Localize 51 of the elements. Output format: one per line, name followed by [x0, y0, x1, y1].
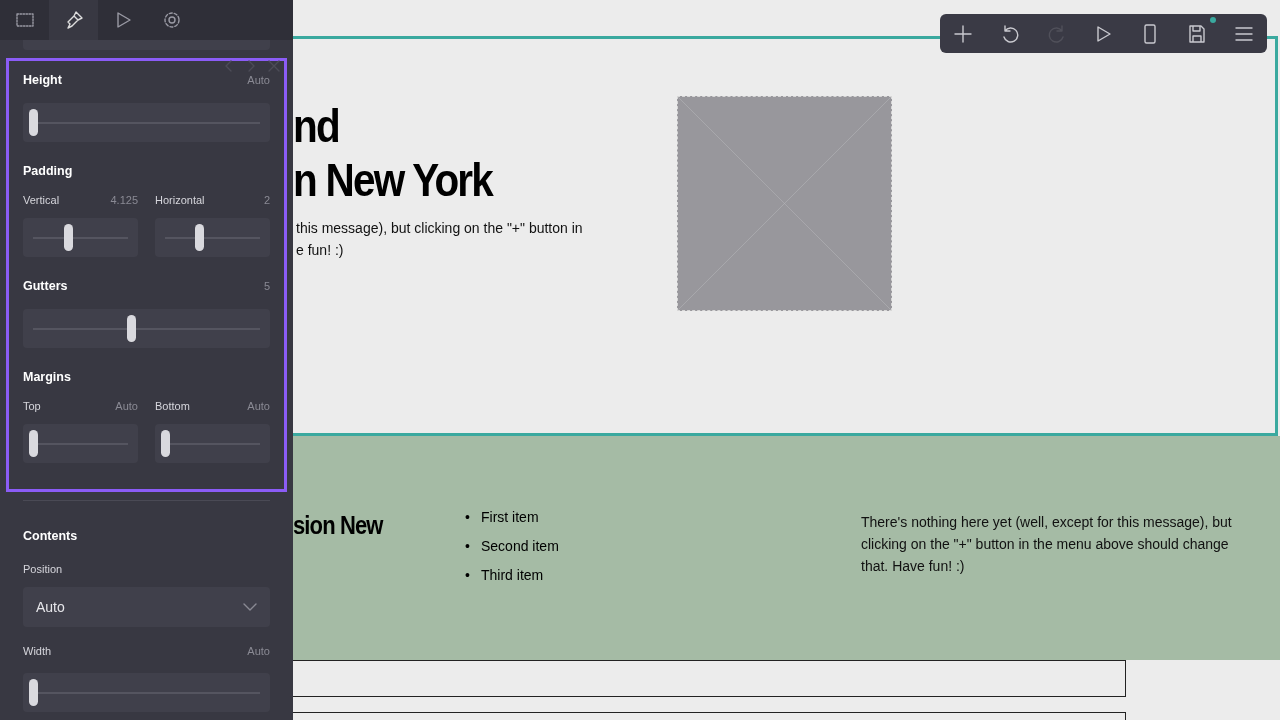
bullet: • — [465, 566, 471, 585]
close-icon[interactable] — [268, 60, 280, 72]
slider-thumb[interactable] — [29, 678, 38, 706]
slider-thumb[interactable] — [29, 429, 38, 457]
section-title: Padding — [23, 164, 73, 178]
list-item: Second item — [481, 538, 559, 554]
slider[interactable] — [155, 424, 270, 463]
bullet: • — [465, 508, 471, 527]
field-label: Width — [23, 645, 52, 657]
position-dropdown[interactable]: Auto — [23, 587, 270, 627]
slider-thumb[interactable] — [29, 108, 38, 136]
value-label: Auto — [247, 645, 270, 657]
slider-thumb[interactable] — [161, 429, 170, 457]
slider[interactable] — [155, 218, 270, 257]
value-label: 4.125 — [110, 194, 138, 206]
heading: n New York — [293, 153, 494, 207]
field-label: Position — [23, 563, 64, 575]
field-label: Top — [23, 400, 41, 412]
value-label: 5 — [263, 280, 270, 292]
list-item: Third item — [481, 567, 544, 583]
heading: nd — [293, 99, 340, 153]
paragraph: this message), but clicking on the "+" button in — [296, 219, 584, 238]
slider[interactable] — [23, 673, 270, 712]
value-label: 2 — [263, 194, 270, 206]
slider[interactable] — [23, 103, 270, 142]
chevron-left-icon[interactable] — [224, 60, 234, 72]
slider-thumb[interactable] — [64, 223, 74, 251]
value-label: Auto — [247, 400, 270, 412]
slider[interactable] — [23, 309, 270, 348]
sidebar-tab[interactable] — [49, 0, 98, 40]
field-label: Bottom — [155, 400, 190, 412]
chevron-down-icon — [243, 603, 257, 611]
value-label: Auto — [115, 400, 138, 412]
list-item: First item — [481, 509, 539, 525]
section-title: Contents — [23, 529, 79, 543]
paragraph: There's nothing here yet (well, except for this message), but clicking on the "+" button in the menu above should change that. Have fun! :) — [861, 513, 1233, 576]
field-label: Horizontal — [155, 194, 205, 206]
slider-thumb[interactable] — [195, 223, 205, 251]
paragraph: e fun! :) — [296, 241, 345, 260]
field-label: Vertical — [23, 194, 60, 206]
slider[interactable] — [23, 218, 138, 257]
value-label: Auto — [247, 74, 270, 86]
slider[interactable] — [23, 424, 138, 463]
section-title: Gutters — [23, 279, 68, 293]
section-title: Height — [23, 73, 62, 87]
add-icon[interactable] — [952, 22, 975, 45]
chevron-right-icon[interactable] — [246, 60, 256, 72]
heading: sion New — [293, 511, 385, 540]
slider-thumb[interactable] — [126, 314, 136, 342]
section-title: Margins — [23, 370, 71, 384]
bullet: • — [465, 537, 471, 556]
